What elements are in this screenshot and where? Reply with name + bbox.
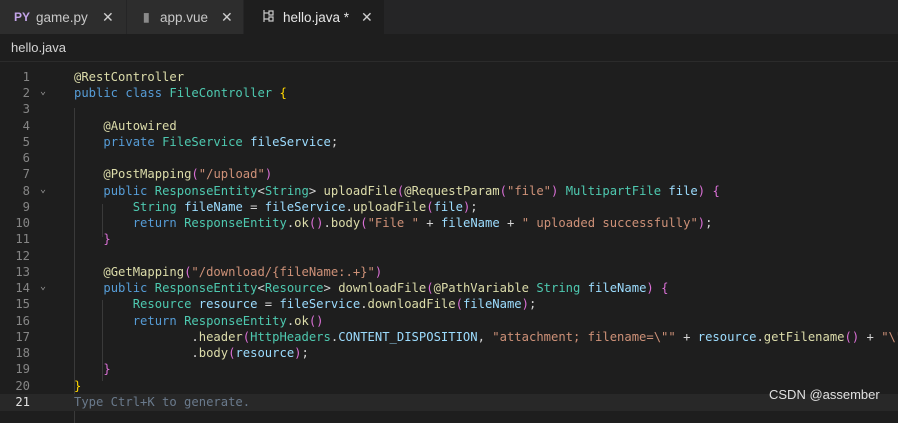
code-text: public class FileController { xyxy=(74,86,287,101)
tab-label: app.vue xyxy=(160,9,209,25)
code-line[interactable]: 3 xyxy=(0,101,898,117)
code-text: @Autowired xyxy=(103,118,177,133)
code-text: @RestController xyxy=(74,70,185,84)
code-text: public ResponseEntity<String> uploadFile… xyxy=(103,183,720,198)
code-line[interactable]: 21 Type Ctrl+K to generate. xyxy=(0,393,898,411)
line-number: 19 xyxy=(15,362,30,377)
code-text: return ResponseEntity.ok().body("File " … xyxy=(132,216,713,231)
line-number: 9 xyxy=(22,199,30,214)
close-icon[interactable]: ✕ xyxy=(361,9,373,26)
line-number: 7 xyxy=(22,167,30,182)
code-line[interactable]: 4 @Autowired xyxy=(0,118,898,134)
fold-chevron-icon[interactable]: ⌄ xyxy=(40,182,46,198)
file-icon: ▮ xyxy=(143,10,150,24)
code-line[interactable]: 8 ⌄ public ResponseEntity<String> uploadF… xyxy=(0,183,898,199)
java-file-icon xyxy=(261,9,275,26)
code-line[interactable]: 20} xyxy=(0,378,898,394)
code-text: String fileName = fileService.uploadFile… xyxy=(132,199,478,214)
line-number: 8 xyxy=(22,183,30,198)
line-number: 12 xyxy=(15,248,30,263)
code-text: .body(resource); xyxy=(191,346,309,361)
line-number: 16 xyxy=(15,313,30,328)
line-number: 4 xyxy=(22,118,30,133)
code-text: } xyxy=(103,232,111,247)
fold-chevron-icon[interactable]: ⌄ xyxy=(40,279,46,295)
line-number: 10 xyxy=(15,216,30,231)
line-number: 15 xyxy=(15,297,30,312)
line-number: 20 xyxy=(15,378,30,393)
close-icon[interactable]: ✕ xyxy=(102,9,114,26)
code-line[interactable]: 17 .header(HttpHeaders.CONTENT_DISPOSITI… xyxy=(0,329,898,345)
line-number: 6 xyxy=(22,151,30,166)
code-text: return ResponseEntity.ok() xyxy=(132,313,324,328)
tab-hello-java[interactable]: hello.java * ✕ xyxy=(244,0,384,34)
tab-label: hello.java * xyxy=(283,9,350,25)
line-number: 18 xyxy=(15,346,30,361)
code-editor[interactable]: 1 @RestController 2 ⌄ public class FileContr… xyxy=(0,67,898,423)
code-line[interactable]: 2 ⌄ public class FileController { xyxy=(0,85,898,101)
code-line[interactable]: 5 private FileService fileService; xyxy=(0,134,898,150)
code-text: Resource resource = fileService.download… xyxy=(132,297,537,312)
code-text: } xyxy=(103,362,111,377)
code-line[interactable]: 7 @PostMapping("/upload") xyxy=(0,166,898,182)
code-line[interactable]: 1 @RestController xyxy=(0,69,898,85)
line-number: 5 xyxy=(22,134,30,149)
code-line[interactable]: 16 return ResponseEntity.ok() xyxy=(0,313,898,329)
tab-app-vue[interactable]: ▮ app.vue ✕ xyxy=(127,0,243,34)
code-line[interactable]: 14 ⌄ public ResponseEntity<Resource> down… xyxy=(0,280,898,296)
python-file-icon: PY xyxy=(14,10,31,24)
code-line[interactable]: 10 return ResponseEntity.ok().body("File… xyxy=(0,215,898,231)
line-number: 17 xyxy=(15,329,30,344)
line-number: 11 xyxy=(15,232,30,247)
code-text: @PostMapping("/upload") xyxy=(103,167,273,182)
code-text: @GetMapping("/download/{fileName:.+}") xyxy=(103,264,383,279)
code-text: private FileService fileService; xyxy=(103,134,339,149)
code-line[interactable]: 11 } xyxy=(0,231,898,247)
line-number: 3 xyxy=(22,102,30,117)
code-text: .header(HttpHeaders.CONTENT_DISPOSITION,… xyxy=(191,329,898,344)
code-line[interactable]: 19 } xyxy=(0,361,898,377)
code-text: } xyxy=(74,378,82,393)
line-number: 1 xyxy=(22,70,30,84)
code-line[interactable]: 13 @GetMapping("/download/{fileName:.+}"… xyxy=(0,264,898,280)
breadcrumb: hello.java xyxy=(0,34,898,62)
tab-label: game.py xyxy=(36,9,88,25)
breadcrumb-file[interactable]: hello.java xyxy=(11,40,66,55)
code-line[interactable]: 18 .body(resource); xyxy=(0,345,898,361)
tab-game-py[interactable]: PY game.py ✕ xyxy=(0,0,126,34)
line-number: 21 xyxy=(15,394,30,409)
code-line[interactable]: 6 xyxy=(0,150,898,166)
inline-hint: Type Ctrl+K to generate. xyxy=(74,394,251,409)
fold-chevron-icon[interactable]: ⌄ xyxy=(40,84,46,100)
close-icon[interactable]: ✕ xyxy=(221,9,233,26)
code-line[interactable]: 12 xyxy=(0,248,898,264)
tab-bar: PY game.py ✕ ▮ app.vue ✕ hello.java * ✕ xyxy=(0,0,898,34)
line-number: 2 xyxy=(22,86,30,101)
code-line[interactable]: 15 Resource resource = fileService.downl… xyxy=(0,296,898,312)
line-number: 14 xyxy=(15,281,30,296)
watermark: CSDN @assember xyxy=(769,387,880,402)
code-text: public ResponseEntity<Resource> download… xyxy=(103,281,669,296)
line-number: 13 xyxy=(15,264,30,279)
code-line[interactable]: 9 String fileName = fileService.uploadFi… xyxy=(0,199,898,215)
